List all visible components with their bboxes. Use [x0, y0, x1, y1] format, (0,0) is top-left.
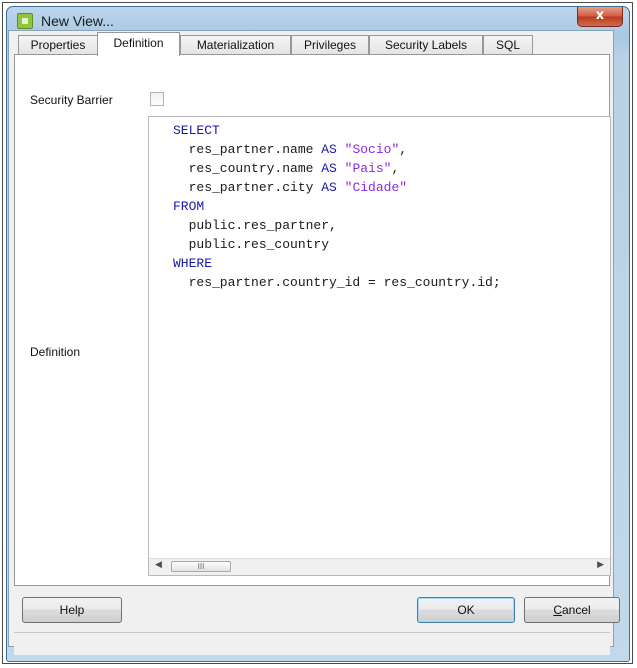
code-line: res_country.name AS "Pais",	[173, 159, 501, 178]
code-punct: ,	[391, 161, 400, 176]
app-icon	[17, 13, 33, 29]
sql-keyword: AS	[321, 161, 337, 176]
code-text: public.res_country	[173, 237, 330, 252]
code-line: SELECT	[173, 121, 501, 140]
security-barrier-label: Security Barrier	[30, 93, 113, 107]
code-text: res_partner.city	[173, 180, 322, 195]
scroll-left-icon[interactable]: ◀	[155, 560, 162, 570]
status-bar	[14, 632, 610, 655]
tab-properties[interactable]: Properties	[18, 35, 98, 55]
code-line: public.res_country	[173, 235, 501, 254]
cancel-button[interactable]: Cancel	[524, 597, 620, 623]
close-icon: x	[595, 8, 605, 23]
code-text: res_partner.country_id = res_country.id;	[173, 275, 501, 290]
code-text: res_partner.name	[173, 142, 322, 157]
code-line: res_partner.city AS "Cidade"	[173, 178, 501, 197]
code-punct: ,	[399, 142, 408, 157]
code-line: public.res_partner,	[173, 216, 501, 235]
sql-string: "Pais"	[344, 161, 392, 176]
sql-keyword: WHERE	[173, 256, 213, 271]
tab-sql[interactable]: SQL	[483, 35, 533, 55]
scrollbar-thumb[interactable]: III	[171, 561, 231, 572]
window-title: New View...	[41, 13, 114, 29]
tab-privileges[interactable]: Privileges	[291, 35, 369, 55]
sql-keyword: AS	[321, 142, 337, 157]
code-line: res_partner.country_id = res_country.id;	[173, 273, 501, 292]
code-text: public.res_partner,	[173, 218, 337, 233]
code-text: res_country.name	[173, 161, 322, 176]
sql-keyword: FROM	[173, 199, 205, 214]
tab-definition[interactable]: Definition	[97, 32, 180, 56]
ok-button[interactable]: OK	[417, 597, 515, 623]
help-button[interactable]: Help	[22, 597, 122, 623]
code-line: res_partner.name AS "Socio",	[173, 140, 501, 159]
tab-materialization[interactable]: Materialization	[180, 35, 291, 55]
horizontal-scrollbar[interactable]: ◀ III ▶	[149, 558, 610, 575]
sql-code[interactable]: SELECT res_partner.name AS "Socio", res_…	[173, 121, 501, 292]
tab-security-labels[interactable]: Security Labels	[369, 35, 483, 55]
sql-keyword: AS	[321, 180, 337, 195]
sql-string: "Socio"	[344, 142, 400, 157]
sql-keyword: SELECT	[173, 123, 220, 138]
security-barrier-checkbox[interactable]	[150, 92, 164, 106]
scroll-right-icon[interactable]: ▶	[597, 560, 604, 570]
code-line: FROM	[173, 197, 501, 216]
code-line: WHERE	[173, 254, 501, 273]
sql-string: "Cidade"	[344, 180, 408, 195]
close-button[interactable]: x	[577, 7, 623, 27]
sql-definition-editor[interactable]: SELECT res_partner.name AS "Socio", res_…	[148, 116, 611, 576]
definition-label: Definition	[30, 345, 81, 359]
